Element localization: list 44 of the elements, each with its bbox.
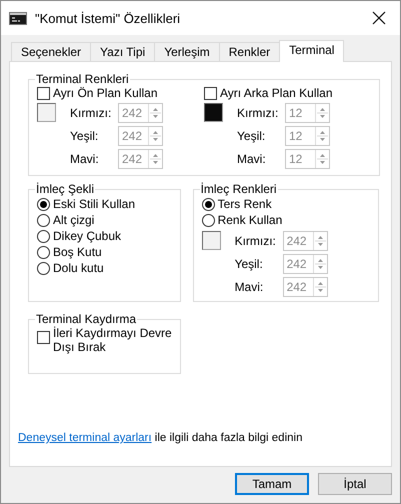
radio-button[interactable] <box>37 246 50 258</box>
tab[interactable]: Yazı Tipi <box>90 42 156 61</box>
radio-button[interactable] <box>202 198 215 210</box>
checkbox[interactable] <box>204 86 217 100</box>
radio-label[interactable]: Dikey Çubuk <box>53 229 122 243</box>
radio-label[interactable]: Renk Kullan <box>218 213 282 227</box>
cancel-button[interactable]: İptal <box>318 473 392 495</box>
radio-label[interactable]: Ters Renk <box>218 197 272 211</box>
radio-button[interactable] <box>37 262 50 274</box>
group-title: Terminal Renkleri <box>35 72 130 86</box>
radio-button[interactable] <box>37 230 50 242</box>
group-title: İmleç Renkleri <box>200 182 278 196</box>
checkbox-label[interactable]: Ayrı Ön Plan Kullan <box>53 86 158 100</box>
field-label: Kırmızı: <box>70 106 112 120</box>
radio-button[interactable] <box>202 214 215 226</box>
group-title: İmleç Şekli <box>35 182 96 196</box>
field-label: Mavi: <box>70 152 100 166</box>
field-label: Mavi: <box>234 280 264 294</box>
field-label: Mavi: <box>237 152 267 166</box>
field-label: Kırmızı: <box>234 234 277 248</box>
radio-button[interactable] <box>37 214 50 226</box>
tab[interactable]: Yerleşim <box>154 42 220 61</box>
checkbox[interactable] <box>37 86 50 100</box>
close-icon[interactable] <box>372 11 386 25</box>
radio-label[interactable]: Alt çizgi <box>53 213 94 227</box>
ok-button[interactable]: Tamam <box>235 473 309 495</box>
info-text: Deneysel terminal ayarları ile ilgili daha fazla bilgi edinin <box>18 432 304 444</box>
field-label: Kırmızı: <box>237 106 280 120</box>
console-icon <box>9 12 27 24</box>
field-label: Yeşil: <box>70 129 100 143</box>
field-label: Yeşil: <box>237 129 266 143</box>
settings-link[interactable]: Deneysel terminal ayarları <box>18 432 152 444</box>
radio-button[interactable] <box>37 198 50 210</box>
checkbox-label[interactable]: Ayrı Arka Plan Kullan <box>220 86 333 100</box>
checkbox-label[interactable]: İleri Kaydırmayı Devre Dışı Bırak <box>53 326 172 354</box>
group-title: Terminal Kaydırma <box>35 312 138 326</box>
radio-label[interactable]: Dolu kutu <box>53 261 104 275</box>
checkbox[interactable] <box>37 331 50 344</box>
radio-label[interactable]: Eski Stili Kullan <box>53 197 136 211</box>
window-title: "Komut İstemi" Özellikleri <box>35 10 182 26</box>
radio-label[interactable]: Boş Kutu <box>53 245 102 259</box>
tab[interactable]: Seçenekler <box>11 42 92 61</box>
field-label: Yeşil: <box>234 257 264 271</box>
tab[interactable]: Terminal <box>279 40 344 62</box>
